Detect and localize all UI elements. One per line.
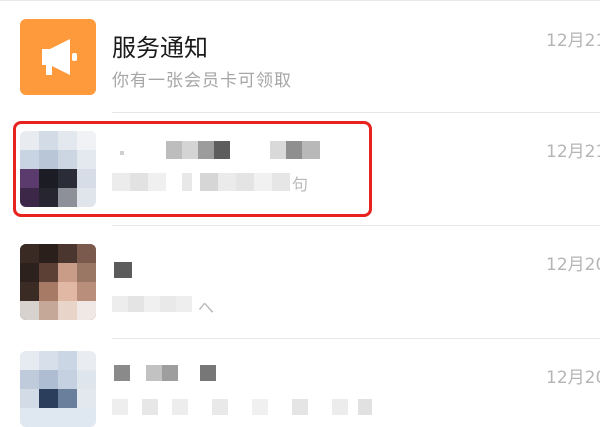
conversation-title-pixelated (112, 363, 222, 383)
conversation-time: 12月21 (546, 142, 600, 162)
conversation-time: 12月21 (546, 31, 600, 51)
megaphone-icon (42, 39, 77, 75)
conversation-time: 12月20 (546, 255, 600, 275)
contact-avatar-pixelated (20, 244, 96, 320)
conversation-service-notification[interactable]: 服务通知 你有一张会员卡可领取 12月21 (0, 0, 600, 112)
conversation-item[interactable]: 12月20 (0, 339, 600, 427)
preview-tail-char: へ (198, 298, 215, 317)
conversation-title: 服务通知 (112, 34, 208, 62)
conversation-preview-pixelated (112, 294, 212, 316)
contact-avatar-pixelated (20, 351, 96, 427)
conversation-item[interactable]: へ 12月20 (0, 226, 600, 338)
service-notification-avatar (20, 19, 96, 95)
conversation-preview: 你有一张会员卡可领取 (112, 71, 292, 91)
highlight-box (13, 121, 372, 217)
conversation-time: 12月20 (546, 368, 600, 388)
conversation-title-pixelated (112, 260, 136, 280)
conversation-preview-pixelated (112, 395, 372, 417)
